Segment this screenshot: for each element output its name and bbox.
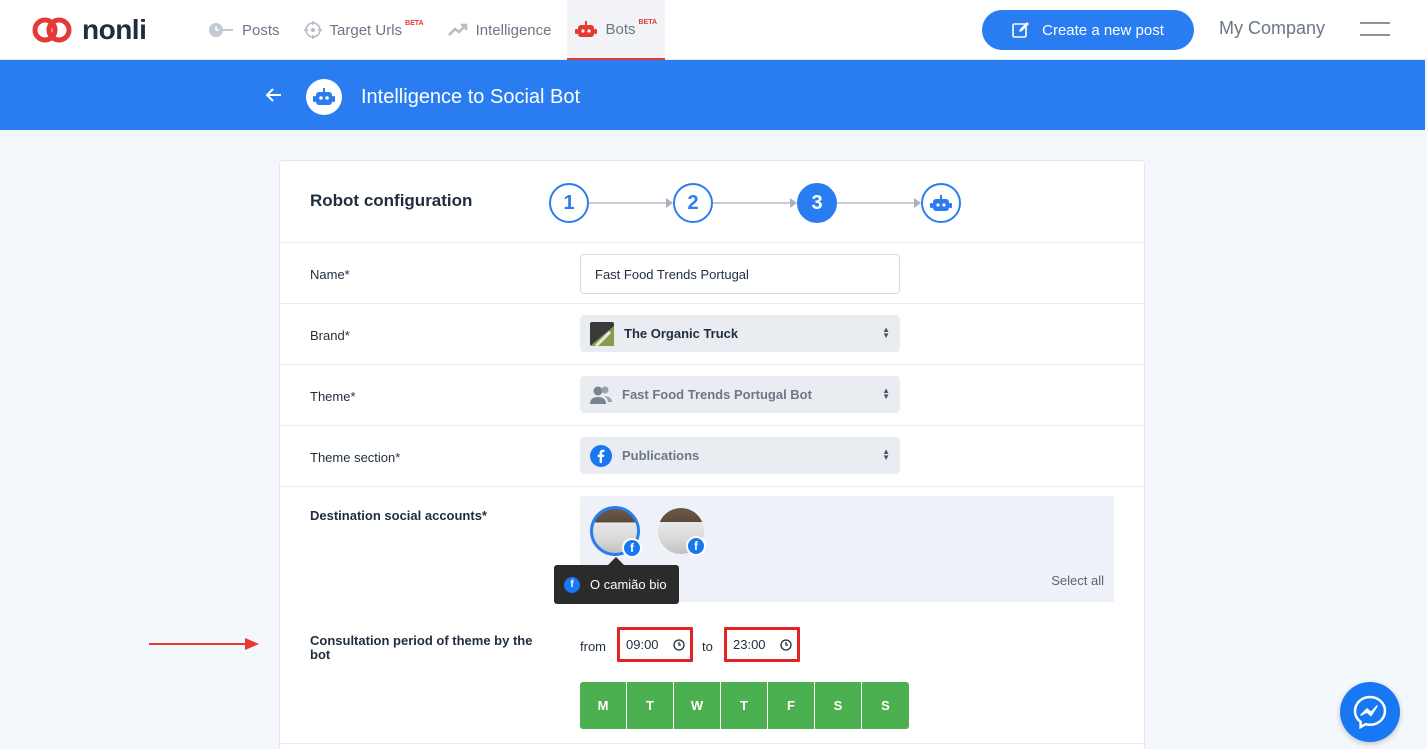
facebook-icon: f [564, 576, 580, 593]
bot-avatar-icon [306, 79, 342, 115]
users-icon [590, 386, 612, 404]
theme-section-label: Theme section* [310, 450, 401, 465]
theme-section-select[interactable]: Publications ▲ ▼ [580, 437, 900, 474]
name-row: Name* Fast Food Trends Portugal [280, 242, 1144, 303]
theme-select[interactable]: Fast Food Trends Portugal Bot ▲ ▼ [580, 376, 900, 413]
page-title: Intelligence to Social Bot [361, 86, 581, 108]
beta-badge: BETA [405, 19, 424, 27]
to-time-value: 23:00 [733, 637, 766, 652]
stepper-connector [713, 202, 793, 204]
robot-icon [575, 21, 598, 37]
nav-posts-label: Posts [242, 21, 280, 39]
step-1[interactable]: 1 [549, 183, 589, 223]
day-saturday[interactable]: S [815, 682, 862, 729]
messenger-chat-button[interactable] [1340, 682, 1400, 742]
from-time-value: 09:00 [626, 637, 659, 652]
name-input[interactable]: Fast Food Trends Portugal [580, 254, 900, 294]
facebook-icon [590, 444, 612, 467]
day-sunday[interactable]: S [862, 682, 909, 729]
stepper-connector [589, 202, 669, 204]
nonli-logo[interactable]: nonli [32, 14, 147, 46]
select-caret-icon: ▲ ▼ [882, 325, 890, 340]
edit-icon [1012, 22, 1030, 38]
account-tooltip: f O camião bio [554, 557, 679, 604]
weekday-selector: M T W T F S S [580, 682, 909, 729]
hamburger-menu-icon[interactable] [1360, 22, 1390, 46]
clock-icon [780, 639, 792, 651]
stepper-arrow-icon [914, 198, 921, 208]
select-caret-icon: ▲ ▼ [882, 447, 890, 462]
facebook-badge-icon: f [622, 538, 642, 558]
select-all-link[interactable]: Select all [1051, 573, 1104, 588]
beta-badge: BETA [638, 18, 658, 26]
to-label: to [702, 639, 713, 654]
step-2[interactable]: 2 [673, 183, 713, 223]
logo-text: nonli [82, 14, 147, 45]
main-nav: Posts Target Urls BETA Intelligence Bots… [200, 0, 673, 60]
brand-select-value: The Organic Truck [624, 326, 739, 341]
brand-select[interactable]: The Organic Truck ▲ ▼ [580, 315, 900, 352]
theme-section-select-value: Publications [622, 448, 700, 463]
nav-intelligence-label: Intelligence [475, 21, 552, 39]
posts-icon [209, 23, 233, 37]
day-thursday[interactable]: T [721, 682, 768, 729]
clock-icon [673, 639, 685, 651]
company-menu[interactable]: My Company [1219, 18, 1325, 39]
annotation-arrow-icon [149, 638, 259, 650]
nav-bots[interactable]: Bots BETA [567, 0, 666, 60]
brand-avatar-icon [590, 321, 614, 346]
brand-label: Brand* [310, 328, 350, 343]
theme-select-value: Fast Food Trends Portugal Bot [622, 387, 812, 402]
name-label: Name* [310, 267, 350, 282]
period-label: Consultation period of theme by the bot [310, 633, 533, 662]
messenger-icon [1353, 695, 1387, 730]
nav-target-urls-label: Target Urls [329, 21, 403, 39]
create-post-label: Create a new post [1042, 21, 1164, 39]
brand-row: Brand* The Organic Truck ▲ ▼ [280, 303, 1144, 364]
theme-section-row: Theme section* Publications ▲ ▼ [280, 425, 1144, 486]
theme-label: Theme* [310, 389, 356, 404]
stepper-arrow-icon [790, 198, 797, 208]
facebook-badge-icon: f [686, 536, 706, 556]
logo-mark-icon [32, 17, 72, 43]
robot-config-card: Robot configuration 1 2 3 Name* Fast Foo… [279, 160, 1145, 749]
robot-icon [930, 195, 952, 211]
trend-icon [447, 23, 467, 36]
card-title: Robot configuration [310, 191, 473, 210]
nav-posts[interactable]: Posts [200, 0, 288, 60]
stepper-connector [837, 202, 917, 204]
page-header: Intelligence to Social Bot [0, 60, 1425, 130]
day-tuesday[interactable]: T [627, 682, 674, 729]
theme-row: Theme* Fast Food Trends Portugal Bot ▲ ▼ [280, 364, 1144, 425]
day-monday[interactable]: M [580, 682, 627, 729]
nav-intelligence[interactable]: Intelligence [440, 0, 560, 60]
target-icon [303, 21, 322, 39]
step-3[interactable]: 3 [797, 183, 837, 223]
top-navbar: nonli Posts Target Urls BETA Intelligenc… [0, 0, 1427, 60]
day-wednesday[interactable]: W [674, 682, 721, 729]
day-friday[interactable]: F [768, 682, 815, 729]
tooltip-text: O camião bio [590, 577, 667, 592]
back-arrow-icon[interactable] [266, 88, 282, 102]
to-time-input[interactable]: 23:00 [724, 627, 800, 662]
destination-label: Destination social accounts* [310, 508, 487, 523]
from-label: from [580, 639, 606, 654]
stepper-arrow-icon [666, 198, 673, 208]
nav-bots-label: Bots [605, 20, 636, 38]
social-account-avatar[interactable]: f [658, 508, 706, 556]
create-post-button[interactable]: Create a new post [982, 10, 1194, 50]
select-caret-icon: ▲ ▼ [882, 386, 890, 401]
social-account-avatar[interactable]: f [590, 506, 642, 558]
step-bot[interactable] [921, 183, 961, 223]
from-time-input[interactable]: 09:00 [617, 627, 693, 662]
nav-target-urls[interactable]: Target Urls BETA [296, 0, 432, 60]
